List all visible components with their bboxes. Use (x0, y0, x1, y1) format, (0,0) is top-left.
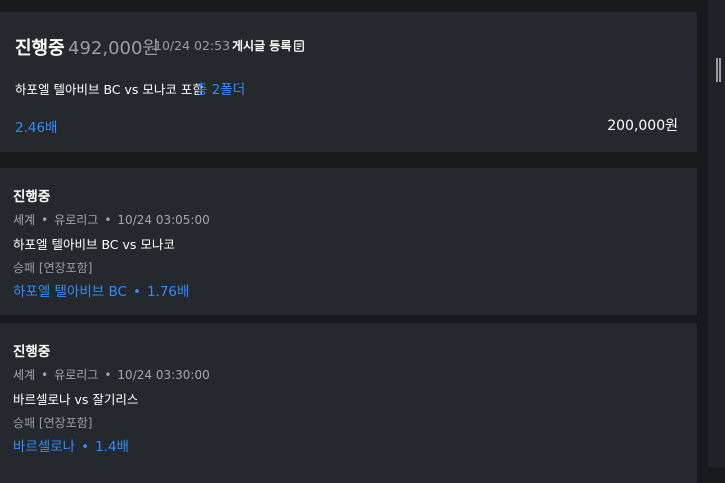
slip-match-summary: 하포엘 텔아비브 BC vs 모나코 포함 (15, 82, 204, 97)
slip-datetime: 10/24 02:53 (154, 38, 231, 53)
separator-dot: • (81, 439, 90, 455)
bet-league: 유로리그 (54, 213, 99, 227)
bet-league: 유로리그 (54, 368, 99, 382)
separator-dot: • (104, 213, 112, 227)
post-register-button[interactable]: 게시글 등록 (232, 37, 305, 54)
scrollbar-grip-line (719, 58, 721, 82)
separator-dot: • (41, 368, 49, 382)
bet-meta: 세계 • 유로리그 • 10/24 03:30:00 (13, 366, 210, 383)
bet-pick-odds: 1.4배 (95, 439, 129, 455)
bet-datetime: 10/24 03:05:00 (117, 213, 210, 227)
separator-dot: • (132, 284, 141, 300)
bet-pick-team: 바르셀로나 (13, 439, 76, 455)
bet-pick-odds: 1.76배 (146, 284, 190, 300)
folder-count-link[interactable]: 총 2폴더 (195, 78, 245, 98)
bet-market: 승패 [연장포함] (13, 416, 93, 430)
bet-match: 하포엘 텔아비브 BC vs 모나코 (13, 237, 175, 252)
slip-bet-amount: 492,000원 (68, 38, 159, 59)
bet-pick-team: 하포엘 텔아비브 BC (13, 284, 127, 300)
bet-detail-card: 진행중 세계 • 유로리그 • 10/24 03:05:00 하포엘 텔아비브 BC v… (0, 168, 697, 315)
bet-datetime: 10/24 03:30:00 (117, 368, 210, 382)
expected-win-amount: 200,000원 (607, 118, 678, 134)
bet-match: 바르셀로나 vs 잘기리스 (13, 392, 139, 407)
scrollbar-thumb[interactable] (716, 58, 721, 82)
bet-status: 진행중 (13, 189, 51, 205)
memo-icon (294, 39, 305, 52)
separator-dot: • (104, 368, 112, 382)
post-register-label: 게시글 등록 (232, 39, 292, 53)
bet-detail-card: 진행중 세계 • 유로리그 • 10/24 03:30:00 바르셀로나 vs 잘기리스… (0, 323, 697, 483)
bet-sport: 세계 (13, 213, 36, 227)
bet-slip-summary-card: 진행중 492,000원 10/24 02:53 게시글 등록 하포엘 텔아비브… (0, 12, 697, 152)
separator-dot: • (41, 213, 49, 227)
scrollbar-grip-line (716, 58, 718, 82)
total-odds: 2.46배 (15, 120, 58, 136)
bet-market: 승패 [연장포함] (13, 261, 93, 275)
bet-pick: 하포엘 텔아비브 BC • 1.76배 (13, 280, 189, 300)
bet-meta: 세계 • 유로리그 • 10/24 03:05:00 (13, 211, 210, 228)
slip-status: 진행중 (15, 38, 65, 59)
bet-status: 진행중 (13, 344, 51, 360)
bet-pick: 바르셀로나 • 1.4배 (13, 435, 129, 455)
bet-sport: 세계 (13, 368, 36, 382)
